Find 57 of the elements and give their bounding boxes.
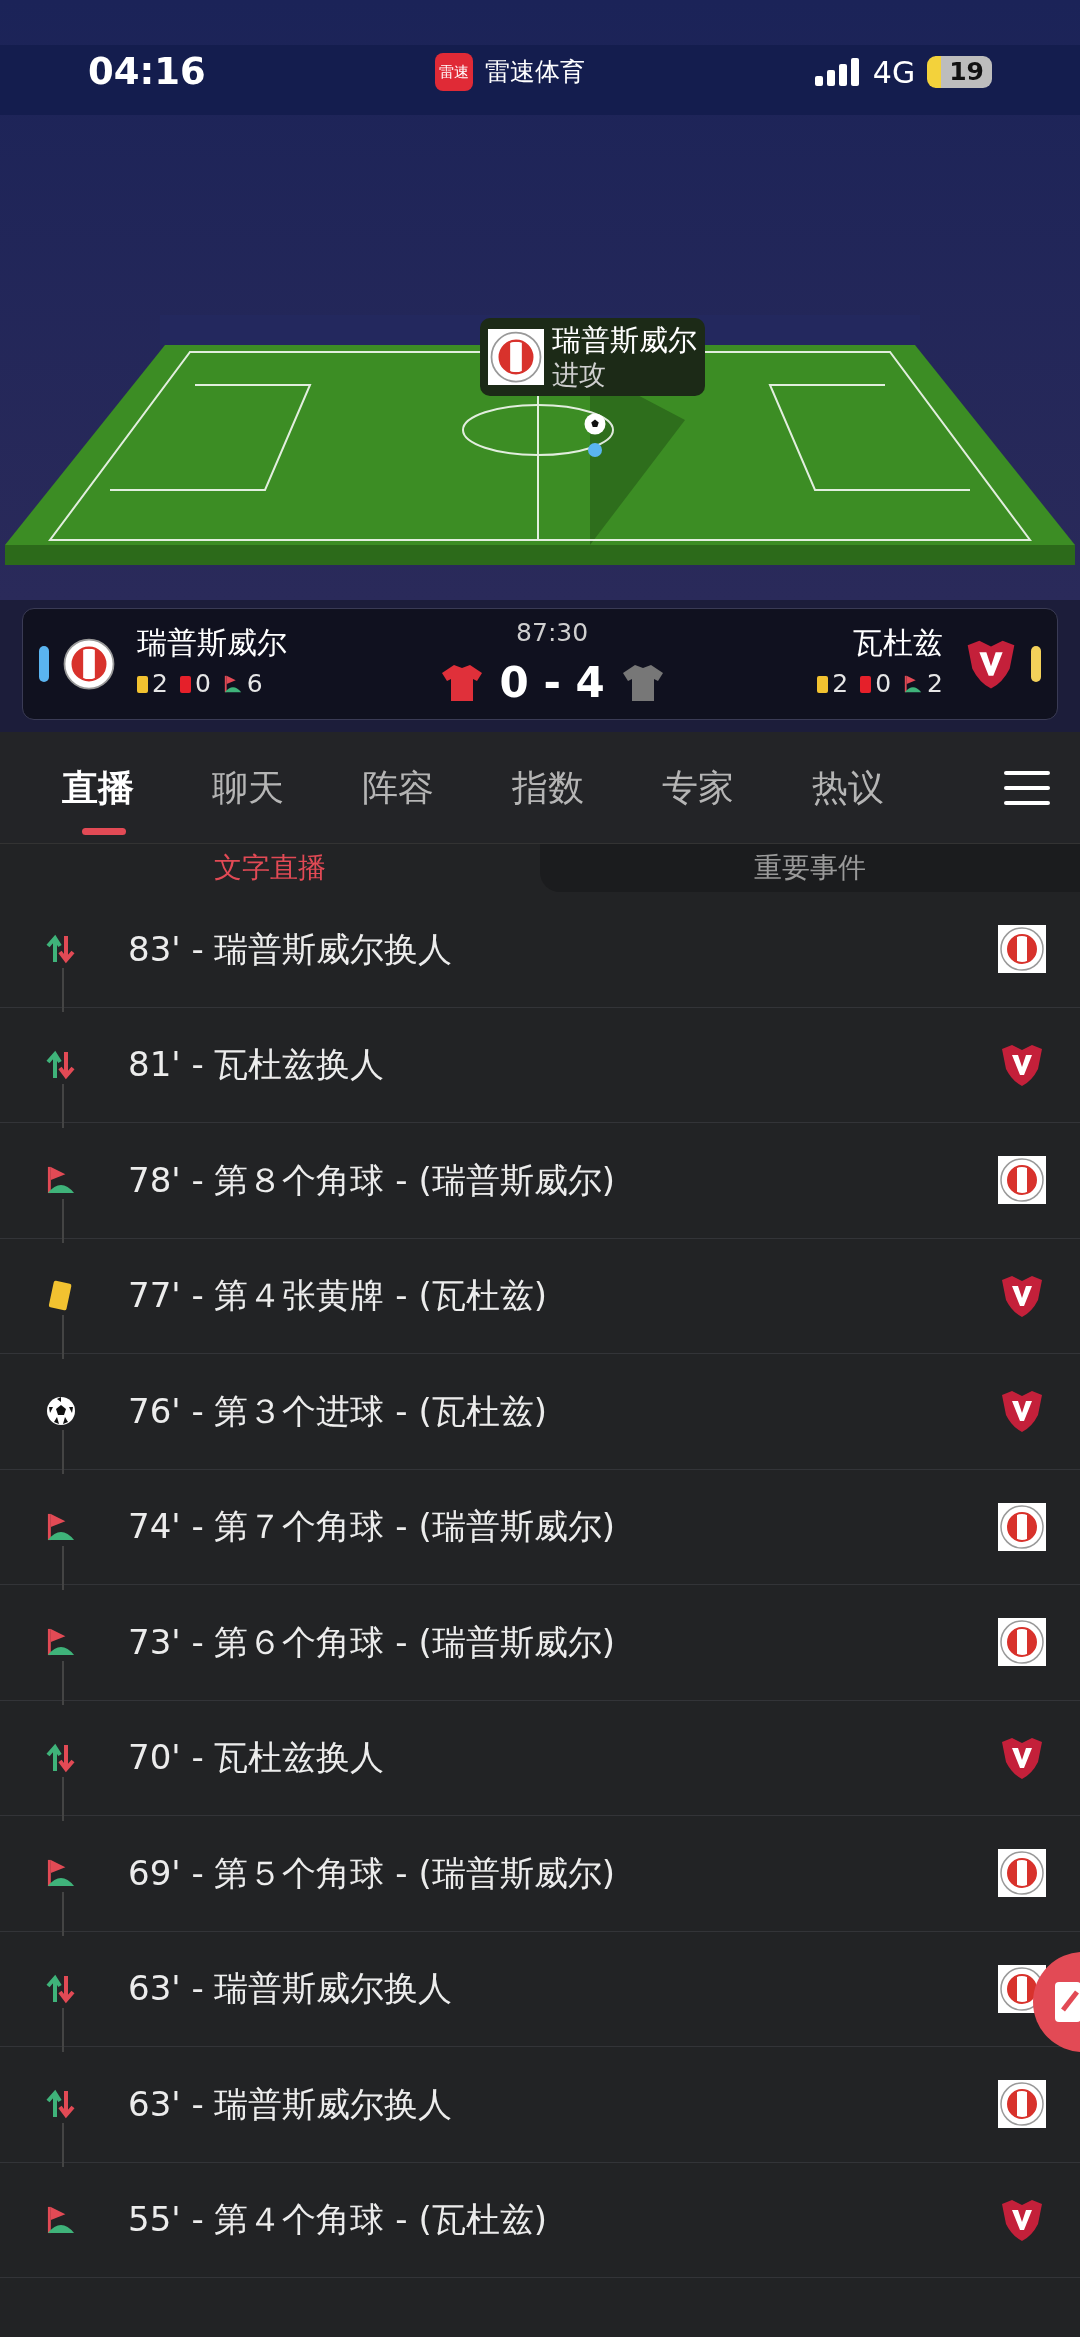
match-clock: 87:30 (516, 616, 589, 649)
booking-count: 2 (832, 668, 849, 701)
network-label: 4G (872, 53, 916, 92)
tooltip-team-name: 瑞普斯威尔 (552, 322, 697, 358)
home-team-badge-icon (998, 1849, 1046, 1898)
dismissal-count: 0 (194, 668, 211, 701)
tab[interactable]: 热议 (812, 760, 962, 815)
event-text: 63' - 瑞普斯威尔换人 (128, 1967, 453, 2011)
event-text: 73' - 第６个角球 - (瑞普斯威尔) (128, 1620, 615, 1664)
home-team-badge-icon (998, 925, 1046, 974)
status-time: 04:16 (88, 49, 206, 96)
home-team-badge-icon (61, 636, 117, 692)
home-team-badge-icon (488, 329, 544, 385)
home-team-badge-icon (998, 2080, 1046, 2129)
event-text: 76' - 第３个进球 - (瓦杜兹) (128, 1389, 547, 1433)
home-team-name: 瑞普斯威尔 (137, 625, 287, 662)
signal-icon (814, 58, 861, 86)
app-name: 雷速体育 (485, 56, 586, 89)
soccer-ball-icon (583, 412, 607, 436)
subtab[interactable]: 重要事件 (540, 844, 1080, 892)
home-team-badge-icon (998, 1502, 1046, 1551)
tab[interactable]: 专家 (662, 760, 812, 815)
menu-icon[interactable] (1004, 768, 1050, 807)
event-text: 69' - 第５个角球 - (瑞普斯威尔) (128, 1851, 615, 1895)
tab-underline (82, 827, 126, 835)
event-text: 63' - 瑞普斯威尔换人 (128, 2082, 453, 2126)
tab[interactable]: 聊天 (212, 760, 362, 815)
soccer-ball-icon (45, 1395, 77, 1428)
corner-count: 2 (927, 668, 943, 701)
edit-icon (1055, 1982, 1080, 2022)
booking-card-icon (137, 675, 148, 693)
event-text: 74' - 第７个角球 - (瑞普斯威尔) (128, 1505, 615, 1549)
dismissal-card-icon (860, 675, 872, 693)
event-text: 81' - 瓦杜兹换人 (128, 1043, 385, 1087)
tab[interactable]: 指数 (512, 760, 662, 815)
booking-card-icon (817, 675, 829, 693)
home-team-badge-icon (998, 1618, 1046, 1667)
away-team-name: 瓦杜兹 (853, 625, 943, 662)
dismissal-count: 0 (875, 668, 892, 701)
corner-flag-icon (903, 674, 924, 694)
battery-indicator: 19 (927, 56, 992, 88)
tab[interactable]: 直播 (62, 760, 212, 815)
event-text: 83' - 瑞普斯威尔换人 (128, 927, 453, 971)
match-score: 0 - 4 (499, 657, 605, 710)
event-text: 70' - 瓦杜兹换人 (128, 1736, 385, 1780)
booking-count: 2 (152, 668, 168, 701)
booking-card-icon (48, 1279, 74, 1312)
home-team-badge-icon (998, 1156, 1046, 1205)
tab[interactable]: 阵容 (362, 760, 512, 815)
event-text: 78' - 第８个角球 - (瑞普斯威尔) (128, 1158, 615, 1202)
dismissal-card-icon (179, 675, 191, 693)
tooltip-action: 进攻 (552, 358, 607, 392)
app-logo: 雷速 (435, 53, 474, 91)
event-text: 55' - 第４个角球 - (瓦杜兹) (128, 2198, 547, 2242)
corner-flag-icon (222, 674, 243, 694)
corner-count: 6 (246, 668, 263, 701)
event-text: 77' - 第４张黄牌 - (瓦杜兹) (128, 1274, 547, 1318)
